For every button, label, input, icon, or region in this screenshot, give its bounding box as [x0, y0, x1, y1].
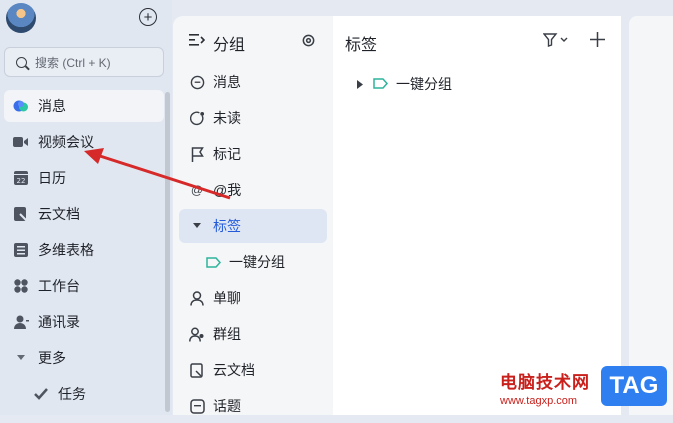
collapse-list-icon[interactable]: [189, 33, 206, 52]
watermark-site: 电脑技术网: [500, 373, 590, 392]
sidebar-item-label: 任务: [58, 386, 86, 402]
group-item-label: 话题: [213, 398, 241, 414]
watermark-url: www.tagxp.com: [500, 395, 578, 407]
group-item-messages[interactable]: 消息: [179, 65, 327, 99]
tag-icon: [205, 254, 221, 270]
group-icon: [189, 326, 205, 342]
table-icon: [13, 242, 29, 258]
tag-panel: 标签 一键分组: [333, 16, 621, 415]
group-item-unread[interactable]: 未读: [179, 101, 327, 135]
sidebar-item-label: 日历: [38, 170, 66, 186]
check-icon: [33, 386, 49, 402]
gear-icon[interactable]: [301, 33, 316, 53]
group-item-label: @我: [213, 182, 242, 198]
group-item-label: 云文档: [213, 362, 255, 378]
sidebar-item-label: 工作台: [38, 278, 80, 294]
sidebar-item-workplace[interactable]: 工作台: [4, 270, 164, 302]
avatar[interactable]: [6, 3, 36, 33]
tag-panel-title: 标签: [345, 37, 378, 54]
right-panel: [629, 16, 673, 415]
chat-icon: [189, 74, 205, 90]
person-icon: [189, 290, 205, 306]
sidebar-item-label: 云文档: [38, 206, 80, 222]
sidebar-scrollbar[interactable]: [165, 92, 170, 412]
video-icon: [13, 134, 29, 150]
group-item-label: 标记: [213, 146, 241, 162]
grid-icon: [13, 278, 29, 294]
at-icon: @: [190, 183, 204, 197]
sidebar: + 搜索 (Ctrl + K) 消息 视频会议 22 日历 云文档 多维表格 工…: [0, 0, 172, 415]
group-item-label: 未读: [213, 110, 241, 126]
sidebar-item-docs[interactable]: 云文档: [4, 198, 164, 230]
search-input[interactable]: 搜索 (Ctrl + K): [4, 47, 164, 77]
doc-icon: [189, 362, 205, 378]
caret-down-icon: [189, 218, 205, 234]
group-panel-header: 分组: [173, 16, 333, 64]
sidebar-item-bitable[interactable]: 多维表格: [4, 234, 164, 266]
watermark-badge: TAG: [601, 366, 667, 406]
group-item-label: 标签: [213, 218, 241, 234]
group-item-label: 一键分组: [229, 254, 285, 270]
sidebar-item-more[interactable]: 更多: [4, 342, 164, 374]
sidebar-item-label: 多维表格: [38, 242, 94, 258]
group-item-label: 单聊: [213, 290, 241, 306]
watermark: 电脑技术网 www.tagxp.com: [500, 368, 590, 407]
sidebar-item-messages[interactable]: 消息: [4, 90, 164, 122]
group-panel: 分组 消息 未读 标记 @ @我 标签 一键分组 单聊 群组 云文档 话题: [173, 16, 333, 415]
message-icon: [13, 98, 29, 114]
sidebar-item-label: 消息: [38, 98, 66, 114]
group-item-tags[interactable]: 标签: [179, 209, 327, 243]
svg-text:22: 22: [17, 177, 26, 185]
group-item-one-click-group[interactable]: 一键分组: [195, 245, 327, 279]
sidebar-item-calendar[interactable]: 22 日历: [4, 162, 164, 194]
sidebar-item-contacts[interactable]: 通讯录: [4, 306, 164, 338]
new-button[interactable]: +: [139, 8, 157, 26]
caret-right-icon[interactable]: [357, 76, 363, 92]
topic-icon: [189, 398, 205, 414]
group-item-mentions[interactable]: @ @我: [179, 173, 327, 207]
sidebar-item-label: 更多: [38, 350, 66, 366]
sidebar-item-tasks[interactable]: 任务: [24, 378, 164, 410]
contacts-icon: [13, 314, 29, 330]
search-icon: [16, 56, 27, 68]
plus-circle-icon: +: [143, 8, 153, 26]
group-item-direct[interactable]: 单聊: [179, 281, 327, 315]
tag-row-label: 一键分组: [396, 76, 452, 92]
filter-icon[interactable]: [542, 33, 569, 52]
sidebar-item-label: 视频会议: [38, 134, 94, 150]
group-panel-title: 分组: [213, 37, 246, 54]
doc-icon: [13, 206, 29, 222]
group-item-topics[interactable]: 话题: [179, 389, 327, 423]
sidebar-item-video[interactable]: 视频会议: [4, 126, 164, 158]
tag-icon: [373, 76, 389, 92]
group-item-label: 群组: [213, 326, 241, 342]
group-item-label: 消息: [213, 74, 241, 90]
group-item-docs[interactable]: 云文档: [179, 353, 327, 387]
group-item-groups[interactable]: 群组: [179, 317, 327, 351]
group-item-flagged[interactable]: 标记: [179, 137, 327, 171]
sidebar-item-label: 通讯录: [38, 314, 80, 330]
tag-row[interactable]: 一键分组: [357, 74, 452, 94]
search-placeholder: 搜索 (Ctrl + K): [35, 55, 111, 70]
calendar-icon: 22: [13, 170, 29, 186]
caret-down-icon: [13, 350, 29, 366]
flag-icon: [189, 146, 205, 162]
add-tag-button[interactable]: [590, 32, 605, 52]
unread-icon: [189, 110, 205, 126]
